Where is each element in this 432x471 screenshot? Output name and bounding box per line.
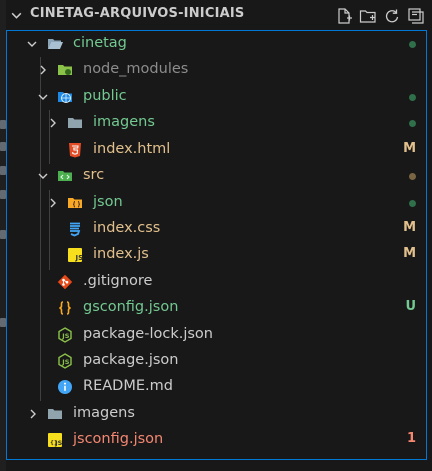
tree-file-jsconfig-json[interactable]: {} JS jsconfig.json 1 — [0, 427, 432, 453]
tree-item-label: imagens — [93, 114, 155, 130]
json-folder-icon — [68, 198, 82, 208]
tree-file-index-html[interactable]: index.html M — [0, 137, 432, 163]
tree-item-label: index.css — [93, 220, 161, 236]
new-file-icon[interactable] — [334, 6, 354, 26]
tree-folder-public[interactable]: public — [0, 84, 432, 110]
tree-folder-json[interactable]: json — [0, 190, 432, 216]
html-file-icon — [69, 143, 81, 158]
new-folder-icon[interactable] — [358, 6, 378, 26]
tree-item-label: README.md — [83, 378, 173, 394]
json-file-icon — [59, 301, 71, 315]
tree-item-label: package-lock.json — [83, 326, 213, 342]
tree-item-label: jsconfig.json — [73, 431, 164, 447]
chevron-right-icon — [50, 198, 56, 208]
chevron-down-icon — [38, 173, 48, 179]
node-folder-icon — [58, 65, 72, 75]
git-status-badge: M — [403, 246, 416, 261]
tree-folder-node-modules[interactable]: node_modules — [0, 57, 432, 83]
tree-folder-imagens[interactable]: imagens — [0, 110, 432, 136]
refresh-icon[interactable] — [382, 6, 402, 26]
info-icon — [58, 380, 72, 394]
js-file-icon: JS — [68, 248, 84, 262]
tree-folder-cinetag[interactable]: cinetag — [0, 31, 432, 57]
svg-text:JS: JS — [61, 332, 69, 340]
tree-item-label: public — [83, 88, 127, 104]
git-status-dot — [409, 120, 416, 127]
explorer-title: CINETAG-ARQUIVOS-INICIAIS — [30, 6, 245, 21]
folder-icon — [68, 118, 82, 128]
chevron-right-icon — [50, 118, 56, 128]
problem-count-badge: 1 — [406, 431, 416, 446]
git-status-badge: U — [405, 299, 416, 314]
chevron-down-icon — [27, 41, 37, 47]
tree-folder-imagens-root[interactable]: imagens — [0, 401, 432, 427]
git-status-dot — [409, 200, 416, 207]
tree-file-index-js[interactable]: JS index.js M — [0, 242, 432, 268]
tree-item-label: json — [93, 194, 123, 210]
git-file-icon — [57, 274, 73, 290]
git-status-badge: M — [403, 141, 416, 156]
js-config-file-icon: {} JS — [48, 433, 63, 447]
collapse-all-icon[interactable] — [406, 6, 426, 26]
tree-item-label: index.js — [93, 246, 149, 262]
tree-file-package-json[interactable]: JS package.json — [0, 348, 432, 374]
chevron-right-icon — [30, 409, 36, 419]
tree-file-gitignore[interactable]: .gitignore — [0, 269, 432, 295]
folder-icon — [48, 409, 62, 419]
tree-item-label: src — [83, 167, 105, 183]
chevron-right-icon — [40, 65, 46, 75]
tree-folder-src[interactable]: src — [0, 163, 432, 189]
explorer-header[interactable]: CINETAG-ARQUIVOS-INICIAIS — [0, 0, 432, 30]
svg-text:JS: JS — [75, 254, 84, 262]
svg-text:JS: JS — [54, 439, 62, 447]
tree-file-index-css[interactable]: index.css M — [0, 216, 432, 242]
tree-item-label: gsconfig.json — [83, 299, 179, 315]
tree-file-package-lock-json[interactable]: JS package-lock.json — [0, 322, 432, 348]
chevron-down-icon — [38, 94, 48, 100]
chevron-down-icon[interactable] — [10, 9, 23, 22]
nodejs-file-icon: JS — [58, 327, 72, 343]
css-file-icon — [70, 222, 81, 237]
tree-item-label: .gitignore — [83, 273, 153, 289]
folder-open-icon — [48, 39, 63, 49]
git-status-dot — [409, 41, 416, 48]
explorer-actions — [334, 6, 426, 26]
tree-item-label: package.json — [83, 352, 179, 368]
svg-text:JS: JS — [61, 358, 69, 366]
tree-item-label: index.html — [93, 141, 171, 157]
tree-item-label: node_modules — [83, 61, 189, 77]
git-status-dot — [409, 94, 416, 101]
tree-file-gsconfig-json[interactable]: gsconfig.json U — [0, 295, 432, 321]
tree-file-readme-md[interactable]: README.md — [0, 374, 432, 400]
nodejs-file-icon: JS — [58, 353, 72, 369]
explorer-panel: CINETAG-ARQUIVOS-INICIAIS cinetag node_m… — [0, 0, 432, 471]
tree-item-label: imagens — [73, 405, 135, 421]
globe-folder-icon — [58, 92, 72, 103]
tree-item-label: cinetag — [73, 35, 127, 51]
git-status-badge: M — [403, 220, 416, 235]
git-status-dot — [409, 173, 416, 180]
src-folder-icon — [58, 171, 72, 181]
